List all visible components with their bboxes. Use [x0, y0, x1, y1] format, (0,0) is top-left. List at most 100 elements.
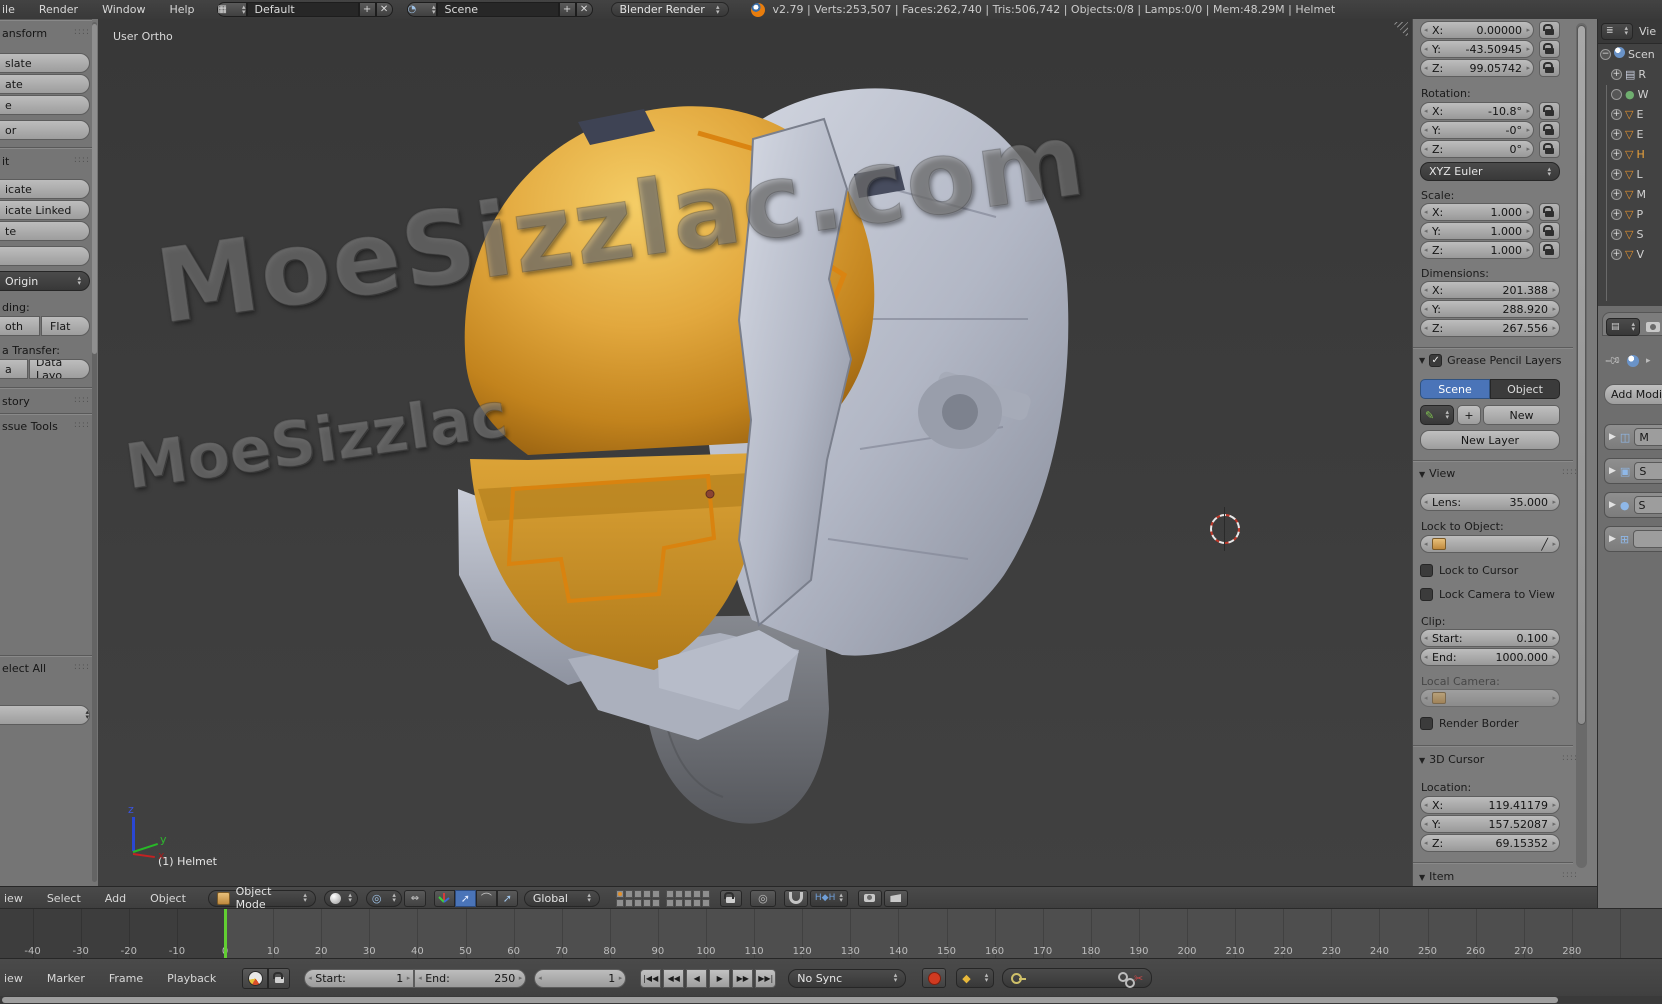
location-z-field[interactable]: Z:99.05742 [1420, 59, 1534, 77]
rotation-z-lock-button[interactable] [1539, 140, 1560, 158]
manipulator-axes-icon[interactable] [433, 889, 455, 907]
data-layout-button[interactable]: Data Layo [29, 359, 90, 379]
lens-field[interactable]: Lens:35.000 [1420, 493, 1560, 511]
duplicate-linked-button[interactable]: icate Linked [0, 200, 90, 220]
cursor-panel-header[interactable]: ▼ 3D Cursor [1419, 753, 1484, 766]
cursor-3d[interactable] [1210, 507, 1240, 551]
lock-to-scene-button[interactable] [719, 889, 742, 907]
rotate-manipulator-button[interactable]: ⌒ [475, 889, 497, 907]
object-name[interactable]: H [1636, 148, 1644, 161]
menu-marker[interactable]: Marker [35, 972, 97, 985]
panel-edit-title[interactable]: it [2, 155, 9, 168]
record-button[interactable] [922, 968, 947, 988]
expand-icon[interactable]: + [1611, 188, 1622, 200]
frame-start-field[interactable]: Start:1 [304, 968, 415, 988]
expand-icon[interactable]: + [1611, 108, 1622, 120]
grease-new-button[interactable]: New [1483, 405, 1560, 425]
select-all-dropdown[interactable]: ▴ ▾ [0, 705, 90, 725]
modifier-panel[interactable]: ▶ ⊞ [1604, 526, 1662, 552]
scene-browse-icon[interactable]: ◔ ▴ ▾ [406, 2, 437, 17]
scene-selector[interactable]: ◔ ▴ ▾ Scene + ✕ [406, 2, 593, 17]
outliner-item[interactable]: + ▽ E [1611, 124, 1662, 144]
outliner-item[interactable]: + ▽ S [1611, 224, 1662, 244]
translate-manipulator-button[interactable]: ➚ [454, 889, 476, 907]
modifier-name-field[interactable]: S [1633, 496, 1662, 514]
rotation-z-field[interactable]: Z:0° [1420, 140, 1534, 158]
local-camera-field[interactable] [1420, 689, 1560, 707]
modifier-panel[interactable]: ▶ ▣ S [1604, 458, 1662, 484]
location-x-lock-button[interactable] [1539, 21, 1560, 39]
panel-history-title[interactable]: story [2, 395, 30, 408]
modifier-name-field[interactable]: M [1634, 428, 1662, 446]
outliner-item[interactable]: + ▽ V [1611, 244, 1662, 264]
eyedropper-icon[interactable]: ╱ [1541, 538, 1548, 551]
scale-x-field[interactable]: X:1.000 [1420, 203, 1534, 221]
snap-toggle-button[interactable] [783, 889, 808, 907]
dimensions-z-field[interactable]: Z:267.556 [1420, 319, 1560, 337]
scale-x-lock-button[interactable] [1539, 203, 1560, 221]
object-name[interactable]: V [1636, 248, 1644, 261]
object-name[interactable]: M [1636, 188, 1646, 201]
layout-browse-icon[interactable]: ▦ ▴ ▾ [216, 2, 247, 17]
modifier-panel[interactable]: ▶ ● S [1604, 492, 1662, 518]
jump-to-end-button[interactable]: ▶▶| [755, 968, 777, 988]
active-keying-set-field[interactable]: ✂ [1002, 968, 1153, 988]
sync-dropdown[interactable]: No Sync ▴ ▾ [788, 968, 907, 988]
outliner-item[interactable]: + ▽ E [1611, 104, 1662, 124]
scale-y-field[interactable]: Y:1.000 [1420, 222, 1534, 240]
cursor-y-field[interactable]: Y:157.52087 [1420, 815, 1560, 833]
scale-z-lock-button[interactable] [1539, 241, 1560, 259]
expand-icon[interactable]: + [1611, 128, 1622, 140]
properties-editor-dropdown[interactable]: ▤ ▴ ▾ [1606, 318, 1640, 336]
menu-window[interactable]: Window [90, 3, 157, 16]
layout-name-field[interactable]: Default [246, 2, 359, 17]
rotate-button[interactable]: ate [0, 74, 90, 94]
expand-icon[interactable]: + [1611, 208, 1622, 220]
outliner-display-dropdown[interactable]: ≣ ▴ ▾ [1601, 22, 1633, 40]
object-name[interactable]: S [1636, 228, 1643, 241]
panel-select-all-title[interactable]: elect All [2, 662, 46, 675]
lock-to-cursor-row[interactable]: Lock to Cursor [1420, 564, 1518, 577]
scale-manipulator-button[interactable]: ➚ [496, 889, 518, 907]
opengl-render-anim-button[interactable] [883, 889, 908, 907]
expand-icon[interactable]: + [1611, 68, 1622, 80]
outliner-item[interactable]: + ▽ P [1611, 204, 1662, 224]
data-button[interactable]: a [0, 359, 28, 379]
menu-help[interactable]: Help [157, 3, 206, 16]
lock-object-field[interactable]: ╱ [1420, 535, 1560, 553]
scene-name-field[interactable]: Scene [436, 2, 559, 17]
expand-icon[interactable]: ▶ [1609, 534, 1616, 544]
play-reverse-button[interactable]: ◀ [686, 968, 708, 988]
scale-z-field[interactable]: Z:1.000 [1420, 241, 1534, 259]
outliner-item[interactable]: + ▽ M [1611, 184, 1662, 204]
object-name[interactable]: R [1638, 68, 1646, 81]
menu-select[interactable]: Select [35, 892, 93, 905]
expand-icon[interactable]: + [1611, 248, 1622, 260]
translate-button[interactable]: slate [0, 53, 90, 73]
keying-set-dropdown[interactable]: ◆ ▴ ▾ [956, 968, 995, 988]
clip-end-field[interactable]: End:1000.000 [1420, 648, 1560, 666]
insert-key-icon[interactable] [1118, 971, 1136, 988]
outliner-item[interactable]: + ▽ H [1611, 144, 1662, 164]
layout-delete-button[interactable]: ✕ [375, 2, 393, 17]
prev-keyframe-button[interactable]: ◀◀ [663, 968, 685, 988]
panel-tissue-title[interactable]: ssue Tools [2, 420, 58, 433]
next-keyframe-button[interactable]: ▶▶ [732, 968, 754, 988]
outliner-item[interactable]: ● W [1611, 84, 1662, 104]
cursor-z-field[interactable]: Z:69.15352 [1420, 834, 1560, 852]
render-border-row[interactable]: Render Border [1420, 717, 1519, 730]
editor-type-button[interactable] [242, 967, 269, 989]
toolshelf-scrollbar[interactable] [92, 22, 97, 882]
timeline-scrollbar[interactable] [0, 996, 1662, 1004]
clip-start-field[interactable]: Start:0.100 [1420, 629, 1560, 647]
cursor-x-field[interactable]: X:119.41179 [1420, 796, 1560, 814]
scene-delete-button[interactable]: ✕ [575, 2, 593, 17]
frame-end-field[interactable]: End:250 [414, 968, 527, 988]
expand-icon[interactable]: + [1611, 168, 1622, 180]
item-panel-header[interactable]: ▼ Item [1419, 870, 1454, 883]
menu-object[interactable]: Object [138, 892, 198, 905]
snap-element-dropdown[interactable]: H◆H ▴ ▾ [809, 889, 848, 907]
panel-transform-title[interactable]: ansform [2, 27, 47, 40]
grease-pencil-checkbox[interactable]: ✓ [1429, 354, 1443, 367]
collapse-icon[interactable]: − [1600, 48, 1611, 60]
